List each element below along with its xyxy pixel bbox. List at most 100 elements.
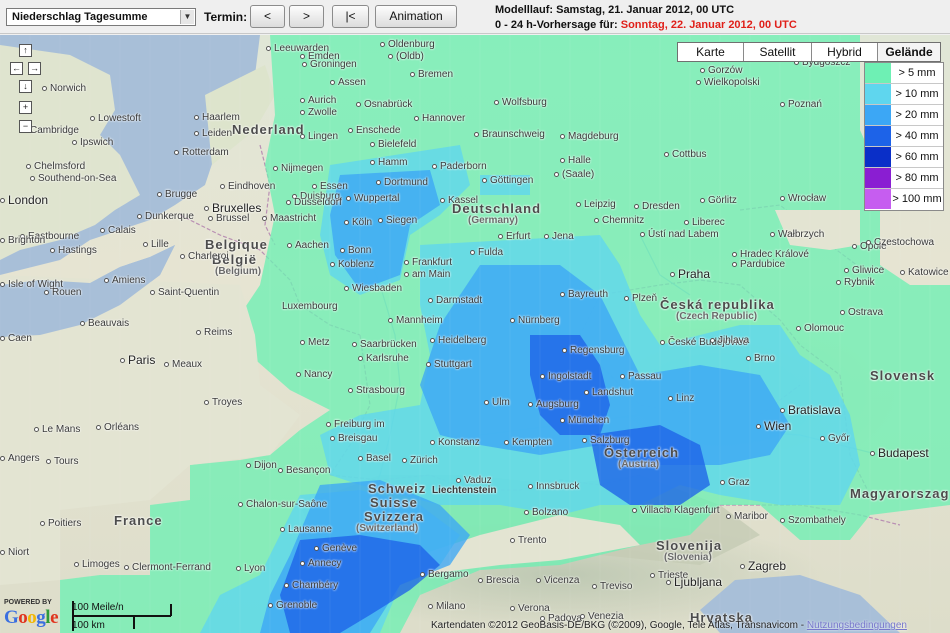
city-dot-icon [330,261,335,267]
attribution-text: Kartendaten ©2012 GeoBasis-DE/BKG (©2009… [431,620,805,631]
city-label: Osnabrück [356,99,412,110]
city-dot-icon [632,507,637,513]
city-dot-icon [404,271,409,277]
city-label: Vicenza [536,575,579,586]
city-label: Clermont-Ferrand [124,562,211,573]
city-dot-icon [26,163,31,169]
city-dot-icon [74,561,79,567]
pan-right-icon[interactable]: → [28,62,41,75]
city-dot-icon [746,355,751,361]
tab-gelaende[interactable]: Gelände [878,43,940,61]
city-label: Düsseldorf [286,197,342,208]
city-name: Bolzano [532,507,569,518]
zoom-in-icon[interactable]: + [19,101,32,114]
city-name: Jihlava [718,335,750,346]
city-dot-icon [770,231,775,237]
chevron-down-icon[interactable]: ▼ [180,10,194,24]
city-dot-icon [287,242,292,248]
city-label: am Main [404,269,450,280]
forecast-prefix: 0 - 24 h-Vorhersage für: [495,19,618,31]
label-country-en: (Belgium) [215,266,262,277]
city-name: Wien [764,419,792,433]
pan-left-icon[interactable]: ← [10,62,23,75]
city-label: Ipswich [72,137,113,148]
city-name: Chelmsford [34,161,86,172]
previous-button[interactable]: < [250,5,285,28]
city-label: Chambéry [284,580,338,591]
city-name: Bonn [348,245,372,256]
legend-label: > 60 mm [895,151,939,163]
zoom-out-icon[interactable]: − [19,120,32,133]
google-logo[interactable]: POWERED BY Google [4,599,64,631]
city-dot-icon [194,114,199,120]
city-name: Niort [8,547,30,558]
city-label: Charleroi [180,251,229,262]
city-dot-icon [510,317,515,323]
city-name: Halle [568,155,591,166]
legend-row: > 60 mm [865,147,943,168]
city-label: Annecy [300,558,341,569]
city-name: Aachen [295,240,329,251]
city-dot-icon [732,251,737,257]
city-dot-icon [668,395,673,401]
label-country: Schweiz [368,481,427,496]
city-name: Jena [552,231,574,242]
pan-down-icon[interactable]: ↓ [19,80,32,93]
city-label: Frankfurt [404,257,452,268]
city-name: Chalon-sur-Saône [246,499,328,510]
map-canvas[interactable]: Nederland Belgique België (Belgium) Deut… [0,35,950,633]
city-dot-icon [710,337,715,343]
city-name: Brighton [8,235,46,246]
city-dot-icon [268,602,273,608]
tab-hybrid[interactable]: Hybrid [812,43,878,61]
legend-row: > 10 mm [865,84,943,105]
pan-up-icon[interactable]: ↑ [19,44,32,57]
city-label: Bergamo [420,569,469,580]
animation-button[interactable]: Animation [375,5,457,28]
label-country: Česká republika [660,297,775,312]
legend-row: > 80 mm [865,168,943,189]
city-label: Groningen [302,59,357,70]
tab-karte[interactable]: Karte [678,43,744,61]
city-dot-icon [220,183,225,189]
city-label: Wielkopolski [696,77,760,88]
product-select[interactable]: Niederschlag Tagesumme ▼ [6,8,196,26]
city-label: Salzburg [582,435,629,446]
city-name: Vicenza [544,575,580,586]
city-dot-icon [300,97,305,103]
legend-label: > 80 mm [895,172,939,184]
city-dot-icon [684,219,689,225]
city-name: Frankfurt [412,257,453,268]
tab-satellit[interactable]: Satellit [744,43,812,61]
label-country: Suisse [370,495,418,510]
city-label: Brugge [157,189,197,200]
city-name: Göttingen [490,175,534,186]
city-label: Saint-Quentin [150,287,219,298]
terms-link[interactable]: Nutzungsbedingungen [807,620,907,631]
city-dot-icon [0,549,5,555]
label-country-en: (Austria) [618,459,660,470]
city-dot-icon [266,45,271,51]
city-dot-icon [700,197,705,203]
city-label: Nancy [296,369,332,380]
city-label: Innsbruck [528,481,579,492]
city-name: Annecy [308,558,342,569]
city-name: Pardubice [740,259,786,270]
city-label: Leipzig [576,199,616,210]
city-name: Saint-Quentin [158,287,220,298]
city-label: Chemnitz [594,215,644,226]
city-name: Villach [640,505,670,516]
city-label: Chalon-sur-Saône [238,499,327,510]
city-label: Poznań [780,99,822,110]
city-label: Maastricht [262,213,316,224]
city-dot-icon [456,477,461,483]
model-run-text: Modelllauf: Samstag, 21. Januar 2012, 00… [495,4,735,16]
city-dot-icon [840,309,845,315]
first-button[interactable]: |< [332,5,369,28]
city-label: Halle [560,155,591,166]
city-name: Osnabrück [364,99,413,110]
city-name: Grenoble [276,600,318,611]
next-button[interactable]: > [289,5,324,28]
legend-swatch [865,168,891,188]
label-country-en: (Slovenia) [664,552,712,563]
